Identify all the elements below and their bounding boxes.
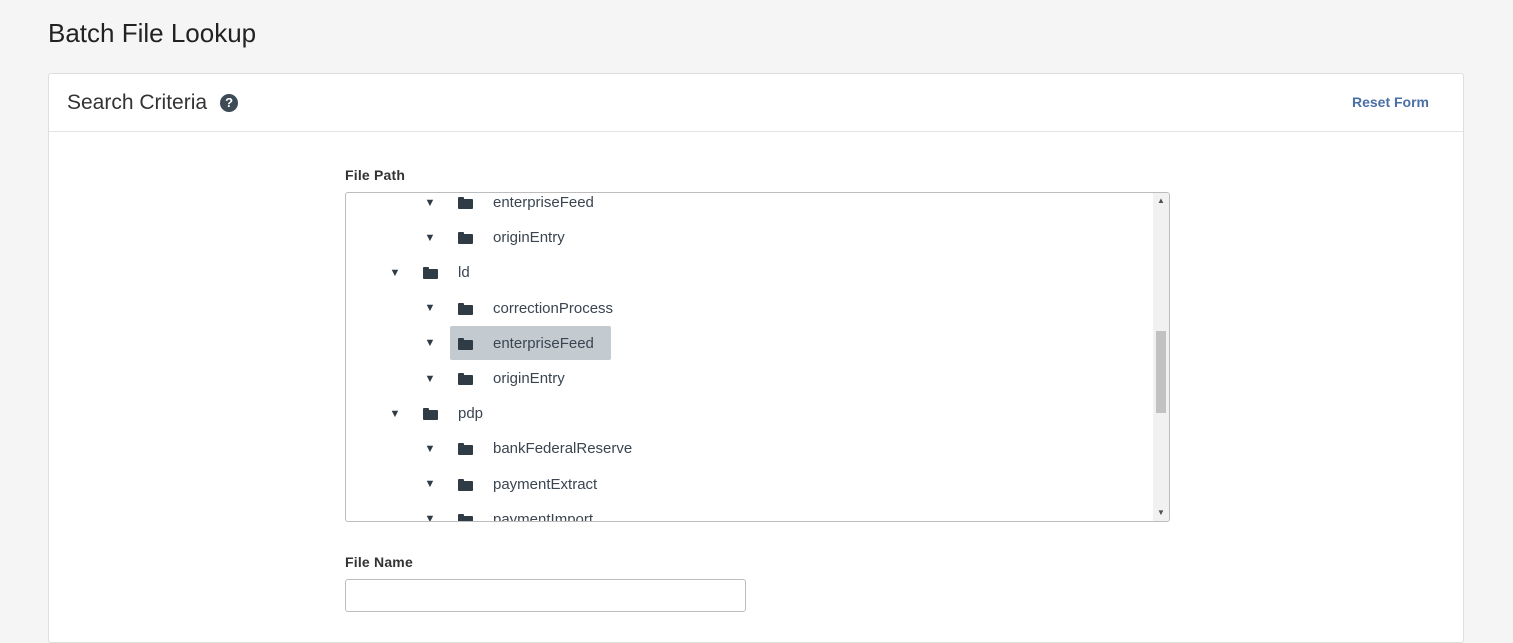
- file-path-tree[interactable]: ▼ enterpriseFeed ▼ originEntry ▼ ld ▼ correctio…: [345, 192, 1170, 522]
- search-criteria-title: Search Criteria: [67, 90, 208, 114]
- tree-row[interactable]: ▼ originEntry: [424, 220, 582, 255]
- caret-down-icon[interactable]: ▼: [424, 443, 436, 455]
- tree-row[interactable]: ▼ paymentImport: [424, 502, 610, 522]
- tree-node[interactable]: paymentExtract: [450, 467, 614, 501]
- tree-row[interactable]: ▼ correctionProcess: [424, 291, 630, 326]
- tree-node[interactable]: originEntry: [450, 362, 582, 396]
- tree-row[interactable]: ▼ ld: [389, 255, 487, 290]
- caret-down-icon[interactable]: ▼: [424, 302, 436, 314]
- tree-row[interactable]: ▼ originEntry: [424, 361, 582, 396]
- tree-node-label: enterpriseFeed: [493, 334, 594, 352]
- tree-node-label: originEntry: [493, 229, 565, 247]
- tree-row[interactable]: ▼ pdp: [389, 396, 500, 431]
- caret-down-icon[interactable]: ▼: [424, 373, 436, 385]
- caret-down-icon[interactable]: ▼: [424, 197, 436, 209]
- tree-node-label: paymentImport: [493, 510, 594, 522]
- tree-node-label: paymentExtract: [493, 475, 598, 493]
- tree-node[interactable]: originEntry: [450, 221, 582, 255]
- tree-node-label: originEntry: [493, 370, 565, 387]
- folder-icon: [423, 267, 438, 280]
- file-name-label: File Name: [345, 554, 413, 570]
- caret-down-icon[interactable]: ▼: [389, 408, 401, 420]
- tree-node[interactable]: bankFederalReserve: [450, 432, 649, 466]
- folder-icon: [458, 302, 473, 315]
- folder-icon: [458, 232, 473, 245]
- tree-row[interactable]: ▼ enterpriseFeed: [424, 193, 611, 220]
- tree-scrollbar[interactable]: ▲ ▼: [1153, 193, 1169, 521]
- search-criteria-panel: Search Criteria ? Reset Form File Path ▼…: [48, 73, 1464, 643]
- tree-row[interactable]: ▼ bankFederalReserve: [424, 431, 649, 466]
- caret-down-icon[interactable]: ▼: [424, 337, 436, 349]
- file-name-input[interactable]: [345, 579, 746, 612]
- folder-icon: [423, 408, 438, 421]
- help-icon[interactable]: ?: [220, 93, 239, 112]
- tree-node-label: ld: [458, 264, 470, 282]
- folder-icon: [458, 197, 473, 209]
- tree-node-label: pdp: [458, 405, 484, 423]
- folder-icon: [458, 513, 473, 521]
- tree-node[interactable]: pdp: [415, 397, 500, 431]
- folder-icon: [458, 478, 473, 491]
- scroll-up-icon[interactable]: ▲: [1153, 193, 1169, 209]
- folder-icon: [458, 443, 473, 456]
- tree-node-label: bankFederalReserve: [493, 440, 633, 458]
- file-path-label: File Path: [345, 167, 406, 183]
- tree-row[interactable]: ▼ paymentExtract: [424, 467, 614, 502]
- caret-down-icon[interactable]: ▼: [389, 267, 401, 279]
- tree-node[interactable]: ld: [415, 256, 487, 290]
- scroll-down-icon[interactable]: ▼: [1153, 505, 1169, 521]
- caret-down-icon[interactable]: ▼: [424, 513, 436, 521]
- tree-node[interactable]: correctionProcess: [450, 291, 630, 325]
- search-criteria-header: Search Criteria ? Reset Form: [49, 74, 1463, 132]
- folder-icon: [458, 373, 473, 385]
- tree-node-selected[interactable]: enterpriseFeed: [450, 326, 611, 361]
- tree-node-label: correctionProcess: [493, 299, 614, 317]
- tree-node[interactable]: paymentImport: [450, 502, 610, 522]
- tree-node-label: enterpriseFeed: [493, 194, 594, 211]
- caret-down-icon[interactable]: ▼: [424, 478, 436, 490]
- tree-node[interactable]: enterpriseFeed: [450, 193, 611, 220]
- scrollbar-thumb[interactable]: [1156, 331, 1166, 413]
- tree-row[interactable]: ▼ enterpriseFeed: [424, 326, 611, 361]
- reset-form-link[interactable]: Reset Form: [1352, 94, 1429, 110]
- page-title: Batch File Lookup: [48, 18, 257, 48]
- caret-down-icon[interactable]: ▼: [424, 232, 436, 244]
- folder-icon: [458, 337, 473, 350]
